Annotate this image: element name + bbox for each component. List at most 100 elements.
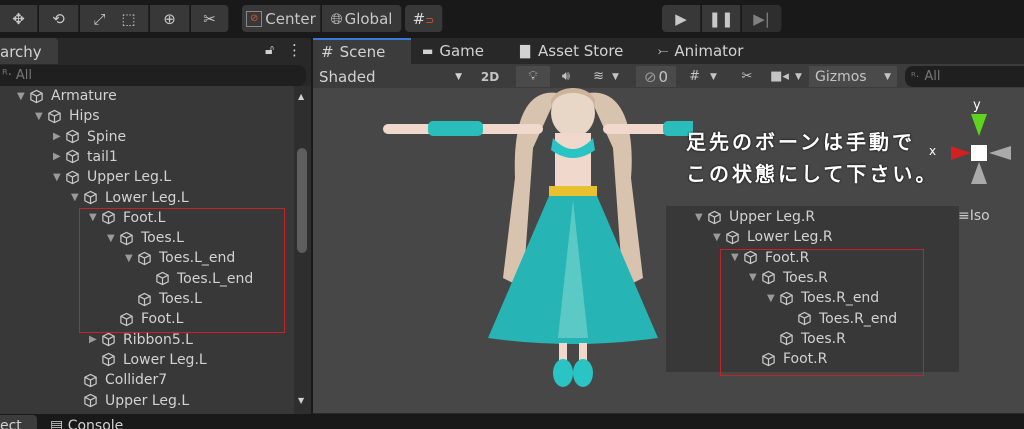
grid-snap-button[interactable]: #⊃: [405, 5, 443, 32]
gameobject-cube-icon: [101, 332, 116, 347]
space-global-button[interactable]: 🌐︎ Global: [322, 5, 402, 32]
gameobject-cube-icon: [29, 89, 44, 104]
shopping-bag-icon: ▇: [520, 43, 530, 59]
tree-row-label: Spine: [87, 128, 127, 145]
play-button[interactable]: ▶: [662, 5, 701, 32]
tools-toggle[interactable]: ✂: [733, 66, 761, 87]
tab-scene[interactable]: # Scene: [313, 38, 411, 64]
scroll-up-icon[interactable]: ▲: [298, 92, 304, 101]
gameobject-cube-icon: [101, 352, 116, 367]
expand-arrow-right-icon[interactable]: ▶: [89, 334, 97, 345]
console-icon: ▤: [50, 418, 68, 429]
2d-label: 2D: [480, 69, 500, 84]
tree-row[interactable]: ▶ Spine: [0, 127, 311, 147]
tree-row[interactable]: Lower Leg.L: [0, 350, 311, 370]
axis-x-label: x: [929, 144, 937, 158]
pivot-center-button[interactable]: ⊘ Center: [242, 5, 321, 32]
hierarchy-panel: archy 🔓︎ ⋮ ᴿ· All ▼ Armature ▼ Hips ▶ Spine ▶ ta…: [0, 38, 311, 414]
search-icon: ᴿ·: [911, 70, 920, 83]
scene-viewport[interactable]: ▼ Upper Leg.R ▼ Lower Leg.R ▼ Foot.R ▼ Toes.R ▼ T…: [313, 88, 1024, 413]
scrollbar-thumb[interactable]: [297, 148, 307, 253]
globe-icon: 🌐︎: [330, 9, 343, 28]
expand-arrow-right-icon[interactable]: ▶: [53, 131, 61, 142]
avatar-model[interactable]: [373, 88, 693, 413]
neg-x-cone[interactable]: [989, 146, 1011, 160]
orientation-gizmo[interactable]: y x: [929, 98, 1018, 198]
tree-row[interactable]: Upper Leg.L: [0, 391, 311, 411]
2d-toggle[interactable]: 2D: [474, 66, 506, 87]
grid-icon: #: [689, 69, 700, 84]
x-axis-cone[interactable]: [951, 146, 971, 160]
rotate-tool-button[interactable]: ⟲: [39, 5, 79, 32]
tree-row[interactable]: ▼ Upper Leg.L: [0, 167, 311, 187]
tab-animator[interactable]: ⤚ Animator: [658, 38, 743, 64]
speaker-icon: 🔊︎: [561, 69, 571, 84]
tree-row-label: Lower Leg.R: [747, 229, 833, 246]
expand-arrow-down-icon[interactable]: ▼: [71, 192, 79, 203]
tab-inspector[interactable]: ect: [0, 415, 37, 429]
scene-search-input[interactable]: ᴿ· All: [905, 66, 1024, 87]
tree-row[interactable]: ▼ Hips: [0, 106, 311, 126]
gameobject-cube-icon: [65, 129, 80, 144]
tab-game[interactable]: ▬ Game: [422, 38, 484, 64]
move-tool-button[interactable]: ✥: [0, 5, 38, 32]
gameobject-cube-icon: [65, 170, 80, 185]
tools-icon: ✂: [203, 9, 216, 28]
expand-arrow-down-icon[interactable]: ▼: [35, 111, 43, 122]
scroll-down-icon[interactable]: ▼: [298, 396, 304, 405]
search-placeholder: All: [924, 69, 941, 84]
chevron-down-icon: ▼: [794, 71, 802, 82]
search-placeholder: All: [15, 68, 32, 83]
gameobject-cube-icon: [83, 190, 98, 205]
tree-row[interactable]: ▼ Armature: [0, 86, 311, 106]
pivot-label: Center: [265, 9, 316, 28]
more-options-icon[interactable]: ⋮: [287, 41, 302, 59]
tab-asset-store[interactable]: ▇ Asset Store: [520, 38, 623, 64]
lighting-toggle[interactable]: 💡︎: [516, 66, 550, 87]
rect-tool-button[interactable]: ⬚: [109, 5, 149, 32]
center-cube[interactable]: [971, 145, 987, 161]
menu-icon: ≡: [958, 208, 970, 224]
tree-row-label: Hips: [69, 108, 100, 125]
tree-row[interactable]: ▼ Lower Leg.L: [0, 188, 311, 208]
expand-arrow-down-icon[interactable]: ▼: [713, 232, 721, 243]
shading-mode-dropdown[interactable]: Shaded ▼: [313, 66, 468, 87]
projection-toggle[interactable]: ≡Iso: [958, 208, 990, 224]
tree-row-label: Upper Leg.L: [105, 392, 190, 409]
pause-button[interactable]: ❚❚: [702, 5, 741, 32]
camera-dropdown[interactable]: ■◂ ▼: [765, 66, 807, 87]
tree-row-label: Armature: [51, 88, 117, 104]
hidden-objects-toggle[interactable]: ⊘ 0: [636, 66, 676, 87]
tab-console[interactable]: ▤ Console: [50, 415, 123, 429]
tree-row[interactable]: ▼ Lower Leg.R: [666, 227, 959, 247]
expand-arrow-down-icon[interactable]: ▼: [17, 91, 25, 102]
y-axis-cone[interactable]: [971, 114, 987, 136]
highlight-box-left: [79, 208, 285, 333]
rect-icon: ⬚: [121, 9, 136, 28]
expand-arrow-right-icon[interactable]: ▶: [53, 151, 61, 162]
step-button[interactable]: ▶|: [742, 5, 782, 32]
grid-dropdown[interactable]: # ▼: [677, 66, 729, 87]
tab-hierarchy[interactable]: archy: [0, 38, 58, 64]
neg-y-cone[interactable]: [971, 162, 987, 184]
hierarchy-search-input[interactable]: ᴿ· All: [0, 65, 306, 86]
tree-row[interactable]: Collider7: [0, 370, 311, 390]
hierarchy-scrollbar[interactable]: ▲ ▼: [294, 86, 311, 414]
gamepad-icon: ▬: [422, 44, 434, 58]
audio-toggle[interactable]: 🔊︎: [551, 66, 581, 87]
tree-row-label: tail1: [87, 148, 118, 165]
gameobject-cube-icon: [707, 210, 722, 225]
play-icon: ▶: [675, 9, 687, 28]
instruction-annotation: 足先のボーンは手動で この状態にして下さい。: [686, 126, 938, 190]
expand-arrow-down-icon[interactable]: ▼: [53, 172, 61, 183]
lock-icon[interactable]: 🔓︎: [265, 42, 274, 58]
custom-tool-button[interactable]: ✂: [191, 5, 229, 32]
search-icon: ᴿ·: [2, 68, 12, 83]
effects-dropdown[interactable]: ≋ ▼: [582, 66, 630, 87]
transform-tool-button[interactable]: ⊕: [150, 5, 190, 32]
tree-row[interactable]: ▼ Upper Leg.R: [666, 207, 959, 227]
gizmos-dropdown[interactable]: Gizmos ▼: [809, 66, 897, 87]
scale-icon: ⤢: [93, 9, 106, 28]
expand-arrow-down-icon[interactable]: ▼: [695, 212, 703, 223]
tree-row[interactable]: ▶ tail1: [0, 147, 311, 167]
